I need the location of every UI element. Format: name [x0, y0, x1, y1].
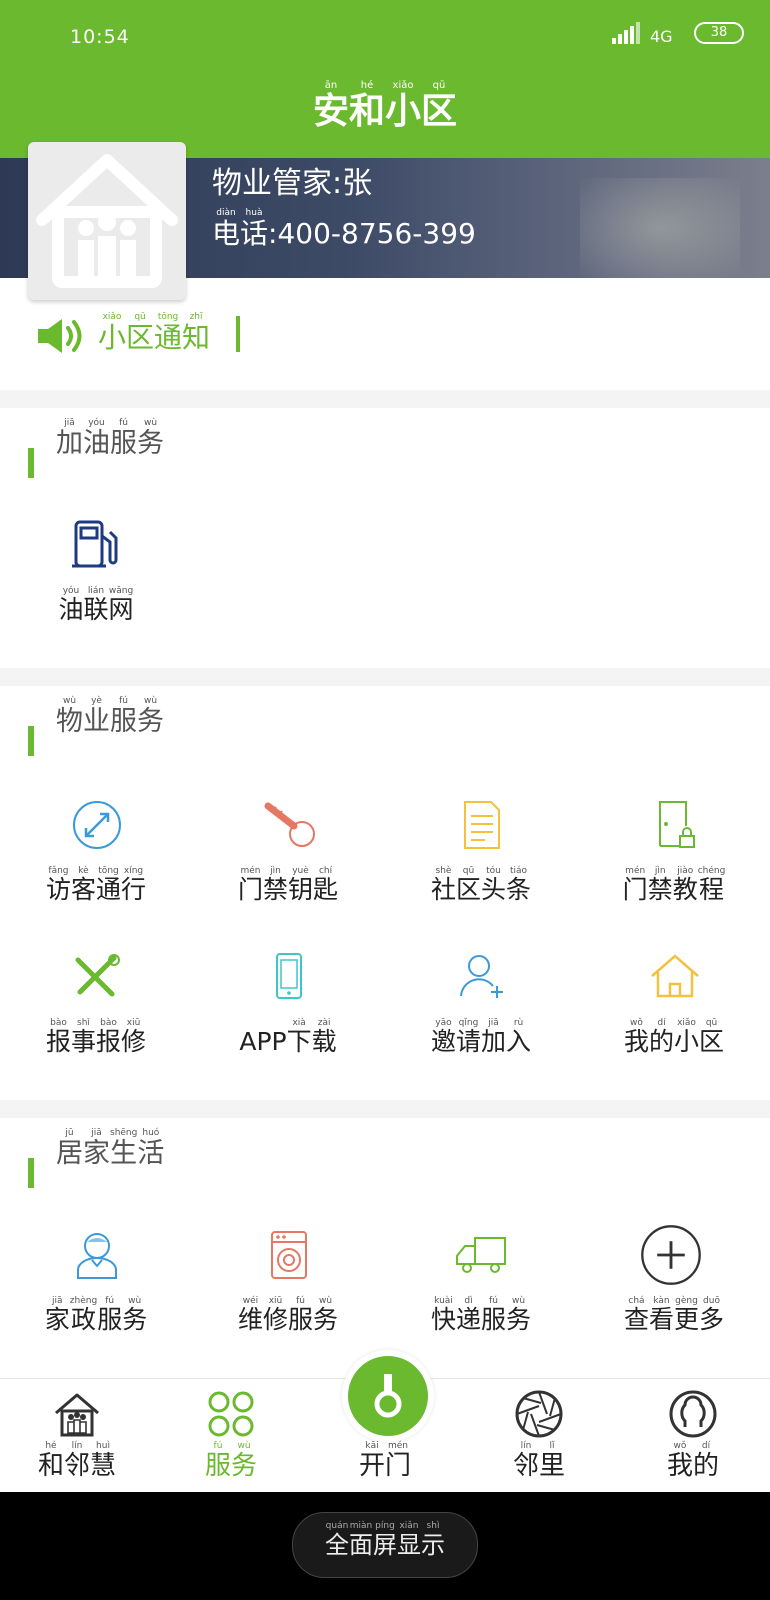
page-title: 安ān和hé小xiǎo区qū: [312, 80, 458, 132]
delivery-truck-icon: [456, 1237, 506, 1273]
service-item-repair[interactable]: 报bào事shì报bào修xiū: [0, 950, 192, 1100]
section-gap: [0, 668, 770, 686]
fullscreen-button[interactable]: 全quán面miàn屏píng显xiǎn示shì: [292, 1512, 478, 1578]
manager-name: 物业管家:张: [212, 166, 373, 201]
service-item-community-news[interactable]: 社shè区qū头tóu条tiáo: [385, 798, 577, 948]
family-home-icon: [55, 1393, 99, 1437]
service-item-door-tutorial[interactable]: 门mén禁jìn教jiào程chéng: [578, 798, 770, 948]
phone-download-icon: [276, 953, 302, 999]
key-icon: [264, 802, 315, 847]
signal-icon: [612, 22, 642, 44]
service-phone[interactable]: 电diàn话huà:400-8756-399: [212, 208, 476, 252]
service-item-more[interactable]: 查chá看kàn更gèng多duō: [578, 1225, 770, 1378]
section-gap: [0, 390, 770, 408]
service-item-app-download[interactable]: APP下xià载zài: [192, 950, 384, 1100]
aperture-icon: [515, 1390, 563, 1438]
nav-tab-mine[interactable]: 我wǒ的dí: [616, 1379, 770, 1493]
washing-machine-icon: [271, 1231, 307, 1279]
plus-circle-icon: [641, 1225, 701, 1285]
notice-label: 小xiǎo区qū通tōng知zhī: [98, 312, 211, 354]
nav-tab-service[interactable]: 服fú务wù: [154, 1379, 308, 1493]
nav-tab-home[interactable]: 和hé邻lín慧huì: [0, 1379, 154, 1493]
service-item-visitor-pass[interactable]: 访fǎng客kè通tōng行xíng: [0, 798, 192, 948]
clover-grid-icon: [208, 1391, 254, 1437]
family-home-logo-icon: [36, 154, 178, 288]
user-icon: [669, 1390, 717, 1438]
housekeeper-icon: [77, 1233, 117, 1279]
open-door-button[interactable]: [342, 1350, 434, 1442]
gas-pump-icon: [72, 520, 118, 568]
invite-user-icon: [460, 955, 503, 998]
network-type: 4G: [650, 27, 673, 46]
service-item-invite[interactable]: 邀yāo请qǐng加jiā入rù: [385, 950, 577, 1100]
status-bar: 10:54 4G 38: [0, 0, 770, 70]
door-lock-icon: [659, 801, 695, 848]
notice-divider: [236, 316, 240, 352]
top-bar: 10:54 4G 38 安ān和hé小xiǎo区qū: [0, 0, 770, 158]
section-gap: [0, 1100, 770, 1118]
nav-tab-neighbors[interactable]: 邻lín里lǐ: [462, 1379, 616, 1493]
repair-tools-icon: [75, 954, 120, 997]
door-key-icon: [374, 1374, 402, 1418]
service-item-housekeeping[interactable]: 家jiā政zhèng服fú务wù: [0, 1228, 192, 1378]
my-home-icon: [651, 954, 699, 998]
battery-indicator: 38: [694, 22, 744, 44]
news-icon: [464, 801, 500, 849]
speaker-icon: [38, 319, 82, 353]
status-time: 10:54: [70, 26, 130, 48]
visitor-pass-icon: [73, 801, 121, 849]
community-logo: [28, 142, 186, 300]
service-item-youlianwang[interactable]: 油yóu联lián网wǎng: [0, 518, 192, 668]
service-item-door-key[interactable]: 门mén禁jìn钥yuè匙chí: [192, 798, 384, 948]
service-item-my-community[interactable]: 我wǒ的dí小xiǎo区qū: [578, 950, 770, 1100]
